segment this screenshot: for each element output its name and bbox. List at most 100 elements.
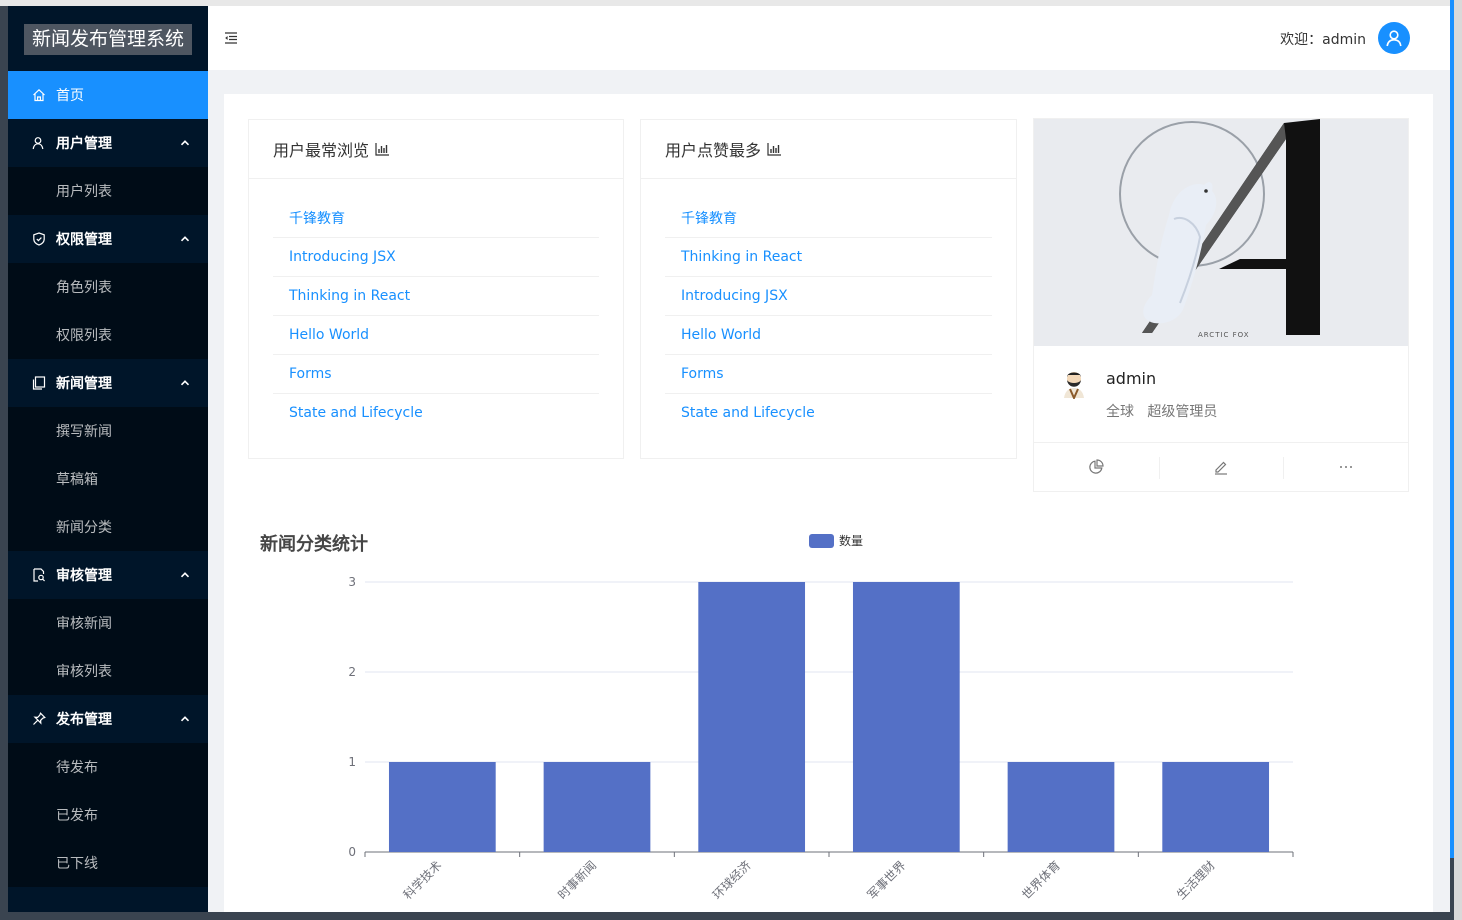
sidebar-group-publish[interactable]: 发布管理: [8, 695, 208, 743]
list-item[interactable]: 千锋教育: [665, 199, 992, 238]
chevron-up-icon: [180, 712, 190, 728]
sidebar-group-right[interactable]: 权限管理: [8, 215, 208, 263]
sidebar-group-news[interactable]: 新闻管理: [8, 359, 208, 407]
bar-chart-icon: [767, 142, 782, 156]
sidebar-item-audit-news[interactable]: 审核新闻: [8, 599, 208, 647]
x-tick-label: 环球经济: [709, 858, 754, 903]
edit-button[interactable]: [1158, 443, 1284, 491]
card-title: 用户点赞最多: [665, 141, 762, 160]
sidebar-item-label: 首页: [56, 88, 84, 104]
sidebar-item-news-category[interactable]: 新闻分类: [8, 503, 208, 551]
app-window: 新闻发布管理系统 首页 用户管理 用户列表 权限管理 角色列表 权限列表 新闻管…: [8, 6, 1450, 912]
sidebar-group-label: 用户管理: [56, 136, 112, 152]
legend-swatch: [809, 533, 834, 548]
profile-avatar: [1058, 367, 1090, 401]
list-item[interactable]: Introducing JSX: [665, 277, 992, 316]
sidebar-item-role-list[interactable]: 角色列表: [8, 263, 208, 311]
news-link[interactable]: Thinking in React: [289, 288, 410, 304]
sidebar-group-label: 新闻管理: [56, 376, 112, 392]
user-icon: [32, 136, 46, 150]
news-link[interactable]: Thinking in React: [681, 249, 802, 265]
list-item[interactable]: Hello World: [665, 316, 992, 355]
sidebar-item-label: 待发布: [56, 760, 98, 776]
bar[interactable]: [698, 582, 806, 852]
bar[interactable]: [1007, 762, 1115, 852]
news-link[interactable]: Hello World: [289, 327, 369, 343]
bar[interactable]: [1162, 762, 1270, 852]
y-tick-label: 1: [348, 755, 356, 769]
x-tick-label: 时事新闻: [555, 858, 600, 903]
pie-chart-button[interactable]: [1034, 443, 1159, 491]
sidebar-item-audit-list[interactable]: 审核列表: [8, 647, 208, 695]
menu-fold-icon[interactable]: [224, 31, 238, 49]
profile-card: ARCTIC FOX admin 全球 超级管理员: [1033, 118, 1409, 492]
list-item[interactable]: Thinking in React: [665, 238, 992, 277]
list-item[interactable]: Forms: [665, 355, 992, 394]
user-avatar[interactable]: [1378, 22, 1410, 54]
profile-description: 全球 超级管理员: [1106, 401, 1217, 421]
chevron-up-icon: [180, 376, 190, 392]
copy-icon: [32, 376, 46, 390]
welcome-text: 欢迎：admin: [1280, 32, 1366, 48]
news-link[interactable]: Forms: [681, 366, 724, 382]
news-link[interactable]: 千锋教育: [681, 208, 737, 228]
list-item[interactable]: Hello World: [273, 316, 599, 355]
chart-legend[interactable]: 数量: [809, 532, 863, 549]
list-item[interactable]: State and Lifecycle: [665, 394, 992, 432]
bar[interactable]: [388, 762, 496, 852]
sidebar-item-label: 角色列表: [56, 280, 112, 296]
shield-icon: [32, 232, 46, 246]
more-button[interactable]: [1283, 443, 1408, 491]
sidebar-group-audit[interactable]: 审核管理: [8, 551, 208, 599]
sidebar-item-news-draft[interactable]: 草稿箱: [8, 455, 208, 503]
window-scrollbar[interactable]: [1450, 0, 1454, 858]
sidebar-item-label: 权限列表: [56, 328, 112, 344]
sidebar-item-label: 审核新闻: [56, 616, 112, 632]
bar-chart-icon: [375, 142, 390, 156]
list-item[interactable]: Introducing JSX: [273, 238, 599, 277]
bar[interactable]: [852, 582, 960, 852]
x-tick-label: 军事世界: [865, 858, 909, 902]
y-tick-label: 0: [348, 845, 356, 859]
x-tick-label: 生活理财: [1174, 858, 1218, 902]
sidebar-item-label: 已下线: [56, 856, 98, 872]
chevron-up-icon: [180, 232, 190, 248]
profile-role: 超级管理员: [1147, 404, 1218, 420]
sidebar-group-user[interactable]: 用户管理: [8, 119, 208, 167]
sidebar-item-home[interactable]: 首页: [8, 71, 208, 119]
list-item[interactable]: State and Lifecycle: [273, 394, 599, 432]
list-item[interactable]: Thinking in React: [273, 277, 599, 316]
card-title: 用户最常浏览: [273, 141, 370, 160]
sidebar-group-label: 发布管理: [56, 712, 112, 728]
sidebar-group-label: 权限管理: [56, 232, 112, 248]
card-header: 用户点赞最多: [641, 120, 1016, 179]
news-link[interactable]: Hello World: [681, 327, 761, 343]
bar[interactable]: [543, 762, 651, 852]
sidebar-item-label: 草稿箱: [56, 472, 98, 488]
sidebar-item-published[interactable]: 已发布: [8, 791, 208, 839]
sidebar: 新闻发布管理系统 首页 用户管理 用户列表 权限管理 角色列表 权限列表 新闻管…: [8, 6, 208, 912]
arctic-fox-illustration: ARCTIC FOX: [1119, 119, 1320, 339]
sidebar-item-label: 用户列表: [56, 184, 112, 200]
list-item[interactable]: Forms: [273, 355, 599, 394]
category-bar-chart: 0 1 2 3 科学技术 时事新闻 环球经济 军事世界 世界体育 生活理财: [348, 575, 1294, 903]
news-link[interactable]: Introducing JSX: [289, 249, 396, 265]
sidebar-item-user-list[interactable]: 用户列表: [8, 167, 208, 215]
sidebar-item-right-list[interactable]: 权限列表: [8, 311, 208, 359]
sidebar-item-news-add[interactable]: 撰写新闻: [8, 407, 208, 455]
news-link[interactable]: 千锋教育: [289, 208, 345, 228]
card-header: 用户最常浏览: [249, 120, 623, 179]
profile-meta: admin 全球 超级管理员: [1058, 367, 1388, 427]
news-link[interactable]: Forms: [289, 366, 332, 382]
x-tick-label: 世界体育: [1019, 858, 1064, 903]
news-link[interactable]: State and Lifecycle: [289, 405, 423, 421]
sidebar-item-unpublished[interactable]: 待发布: [8, 743, 208, 791]
sidebar-item-sunset[interactable]: 已下线: [8, 839, 208, 887]
sidebar-item-label: 审核列表: [56, 664, 112, 680]
news-link[interactable]: Introducing JSX: [681, 288, 788, 304]
sidebar-menu: 首页 用户管理 用户列表 权限管理 角色列表 权限列表 新闻管理 撰写新闻 草稿…: [8, 71, 208, 887]
most-liked-list: 千锋教育 Thinking in React Introducing JSX H…: [641, 179, 1016, 432]
news-link[interactable]: State and Lifecycle: [681, 405, 815, 421]
most-viewed-list: 千锋教育 Introducing JSX Thinking in React H…: [249, 179, 623, 432]
list-item[interactable]: 千锋教育: [273, 199, 599, 238]
